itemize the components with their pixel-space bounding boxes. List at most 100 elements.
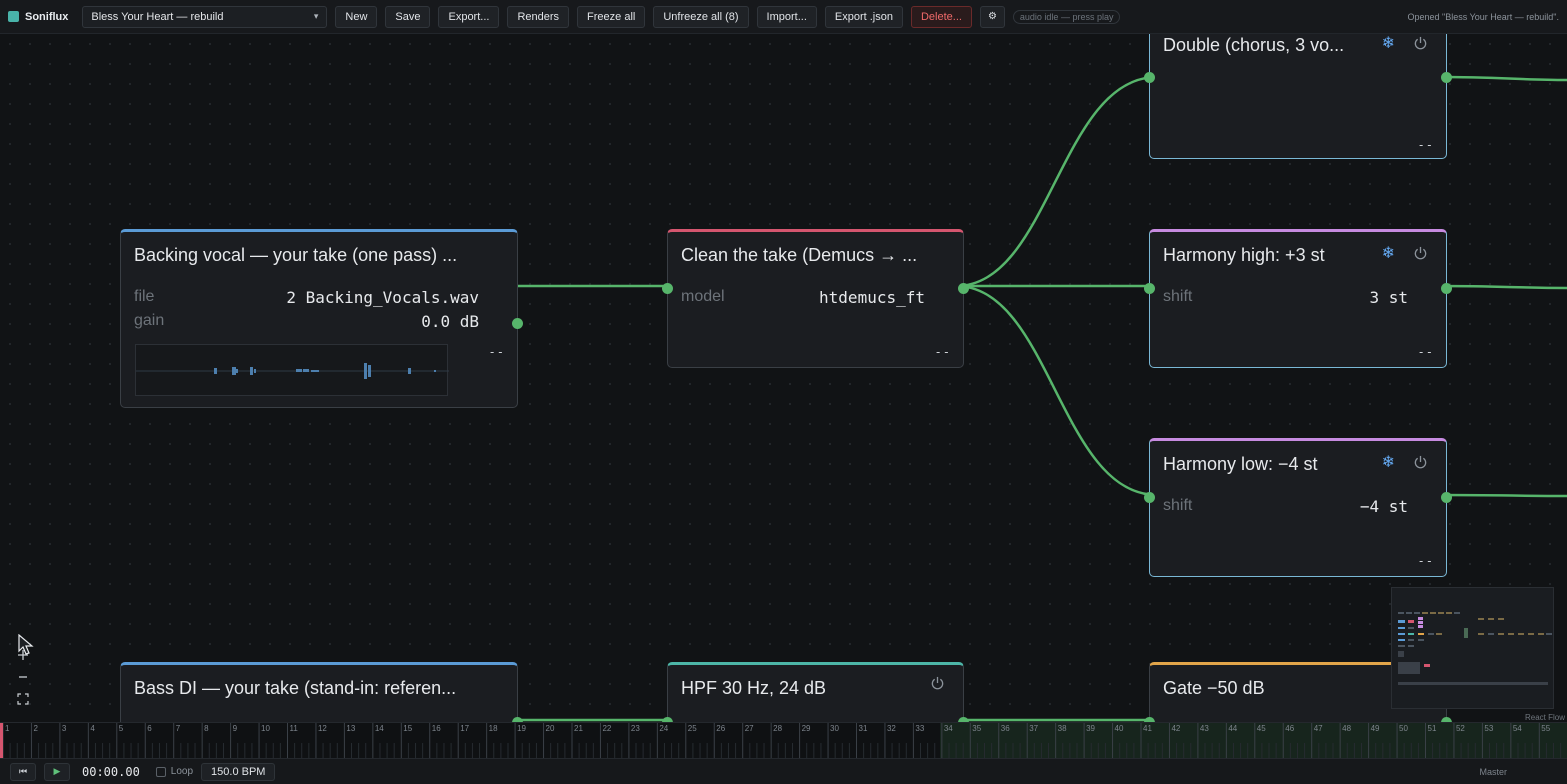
node-title: Backing vocal — your take (one pass) ... — [134, 245, 458, 265]
freeze-icon[interactable]: ❄ — [1382, 243, 1395, 263]
output-port[interactable] — [958, 283, 969, 294]
node-icons: ❄ — [1382, 452, 1428, 472]
param-file: file 2 Backing_Vocals.wav — [134, 288, 479, 307]
bar-number: 23 — [630, 724, 640, 733]
bar-number: 35 — [972, 724, 982, 733]
param-key: shift — [1163, 288, 1193, 305]
bar-number: 36 — [1000, 724, 1010, 733]
freeze-icon[interactable]: ❄ — [1382, 452, 1395, 472]
node-double[interactable]: Double (chorus, 3 vo... ❄ -- — [1144, 34, 1452, 159]
node-clean-take[interactable]: Clean the take (Demucs → ... model htdem… — [662, 229, 969, 368]
save-button[interactable]: Save — [385, 5, 431, 28]
power-icon[interactable] — [1413, 455, 1428, 470]
bar-number: 15 — [403, 724, 413, 733]
delete-button[interactable]: Delete... — [910, 5, 972, 28]
chevron-down-icon: ▾ — [313, 11, 319, 21]
bar-number: 5 — [118, 724, 124, 733]
bpm-field[interactable]: 150.0 BPM — [201, 762, 276, 781]
bar-number: 53 — [1484, 724, 1494, 733]
input-port[interactable] — [662, 283, 673, 294]
renders-button[interactable]: Renders — [507, 5, 570, 28]
bar-number: 6 — [147, 724, 152, 733]
app-name: Soniflux — [25, 10, 69, 23]
minimap[interactable] — [1391, 587, 1554, 709]
param-gain: gain 0.0 dB — [134, 312, 479, 331]
export-button[interactable]: Export... — [438, 5, 500, 28]
toolbar: Soniflux Bless Your Heart — rebuild ▾ Ne… — [0, 0, 1567, 34]
power-icon[interactable] — [1413, 36, 1428, 51]
input-port[interactable] — [1144, 283, 1155, 294]
timeline-ruler[interactable]: 1 2 3 4 5 6 7 8 9 10 11 12 13 14 15 16 17 18 19 20 21 22 23 24 2… — [0, 722, 1567, 759]
output-port[interactable] — [1441, 72, 1452, 83]
react-flow-attribution[interactable]: React Flow — [1525, 713, 1565, 722]
playhead[interactable] — [0, 723, 3, 759]
param-value[interactable]: 2 Backing_Vocals.wav — [286, 288, 479, 307]
edge-clean-to-harmony-low — [955, 284, 1158, 497]
bar-number: 40 — [1114, 724, 1124, 733]
transport-bar: ⏮ ▶ 00:00.00 Loop 150.0 BPM Master — [0, 758, 1567, 784]
param-value[interactable]: −4 st — [1360, 497, 1408, 516]
power-icon[interactable] — [1413, 246, 1428, 261]
param-shift: shift −4 st — [1163, 497, 1408, 516]
unfreeze-all-button[interactable]: Unfreeze all (8) — [653, 5, 749, 28]
bar-number: 2 — [33, 724, 38, 733]
node-icons — [930, 676, 945, 691]
node-title: Clean the take (Demucs → ... — [681, 245, 918, 265]
param-value[interactable]: htdemucs_ft — [819, 288, 925, 307]
node-harmony-high[interactable]: Harmony high: +3 st ❄ shift 3 st -- — [1144, 229, 1452, 368]
input-port[interactable] — [1144, 492, 1155, 503]
settings-gear-icon[interactable]: ⚙ — [979, 5, 1005, 28]
output-port[interactable] — [512, 318, 523, 329]
bar-number: 52 — [1455, 724, 1465, 733]
node-hpf[interactable]: HPF 30 Hz, 24 dB — [662, 662, 969, 722]
param-model: model htdemucs_ft — [681, 288, 925, 307]
bar-number: 46 — [1285, 724, 1295, 733]
freeze-all-button[interactable]: Freeze all — [577, 5, 646, 28]
import-button[interactable]: Import... — [756, 5, 817, 28]
rewind-button[interactable]: ⏮ — [10, 762, 36, 781]
loop-checkbox[interactable] — [155, 766, 166, 777]
freeze-icon[interactable]: ❄ — [1382, 34, 1395, 53]
loop-label: Loop — [170, 766, 194, 777]
fit-view-icon — [17, 693, 29, 705]
output-port[interactable] — [1441, 283, 1452, 294]
power-icon[interactable] — [930, 676, 945, 691]
project-select-value: Bless Your Heart — rebuild — [91, 10, 224, 23]
node-harmony-low[interactable]: Harmony low: −4 st ❄ shift −4 st -- — [1144, 438, 1452, 577]
edge-clean-to-double — [955, 75, 1158, 288]
bar-number: 38 — [1057, 724, 1067, 733]
bar-number: 54 — [1512, 724, 1522, 733]
param-value[interactable]: 0.0 dB — [421, 312, 479, 331]
output-port[interactable] — [1441, 492, 1452, 503]
bar-number: 16 — [431, 724, 441, 733]
bar-number: 47 — [1313, 724, 1323, 733]
node-backing-vocal[interactable]: Backing vocal — your take (one pass) ...… — [120, 229, 523, 408]
flow-canvas[interactable]: Backing vocal — your take (one pass) ...… — [0, 34, 1567, 722]
play-button[interactable]: ▶ — [44, 762, 70, 781]
waveform-preview — [135, 344, 449, 396]
param-key: shift — [1163, 497, 1193, 514]
fit-view-button[interactable] — [12, 688, 34, 710]
zoom-out-button[interactable] — [12, 666, 34, 688]
render-status: -- — [934, 345, 951, 359]
minus-icon — [19, 676, 27, 678]
bar-number: 17 — [460, 724, 470, 733]
app-logo: Soniflux — [8, 11, 68, 23]
bar-number: 18 — [488, 724, 498, 733]
audio-status-pill: audio idle — press play — [1012, 9, 1121, 24]
render-status: -- — [1417, 138, 1434, 152]
bar-number: 25 — [687, 724, 697, 733]
minimap-graphic — [1398, 612, 1552, 685]
param-value[interactable]: 3 st — [1369, 288, 1408, 307]
bar-number: 32 — [886, 724, 896, 733]
input-port[interactable] — [1144, 72, 1155, 83]
param-key: gain — [134, 312, 165, 329]
bar-number: 1 — [5, 724, 10, 733]
bar-number: 30 — [830, 724, 839, 733]
new-button[interactable]: New — [335, 5, 378, 28]
project-select[interactable]: Bless Your Heart — rebuild ▾ — [82, 5, 328, 28]
export-json-button[interactable]: Export .json — [824, 5, 903, 28]
loop-toggle[interactable]: Loop — [155, 766, 194, 777]
bar-number: 11 — [289, 724, 298, 733]
node-bass-di[interactable]: Bass DI — your take (stand-in: referen..… — [120, 662, 523, 722]
